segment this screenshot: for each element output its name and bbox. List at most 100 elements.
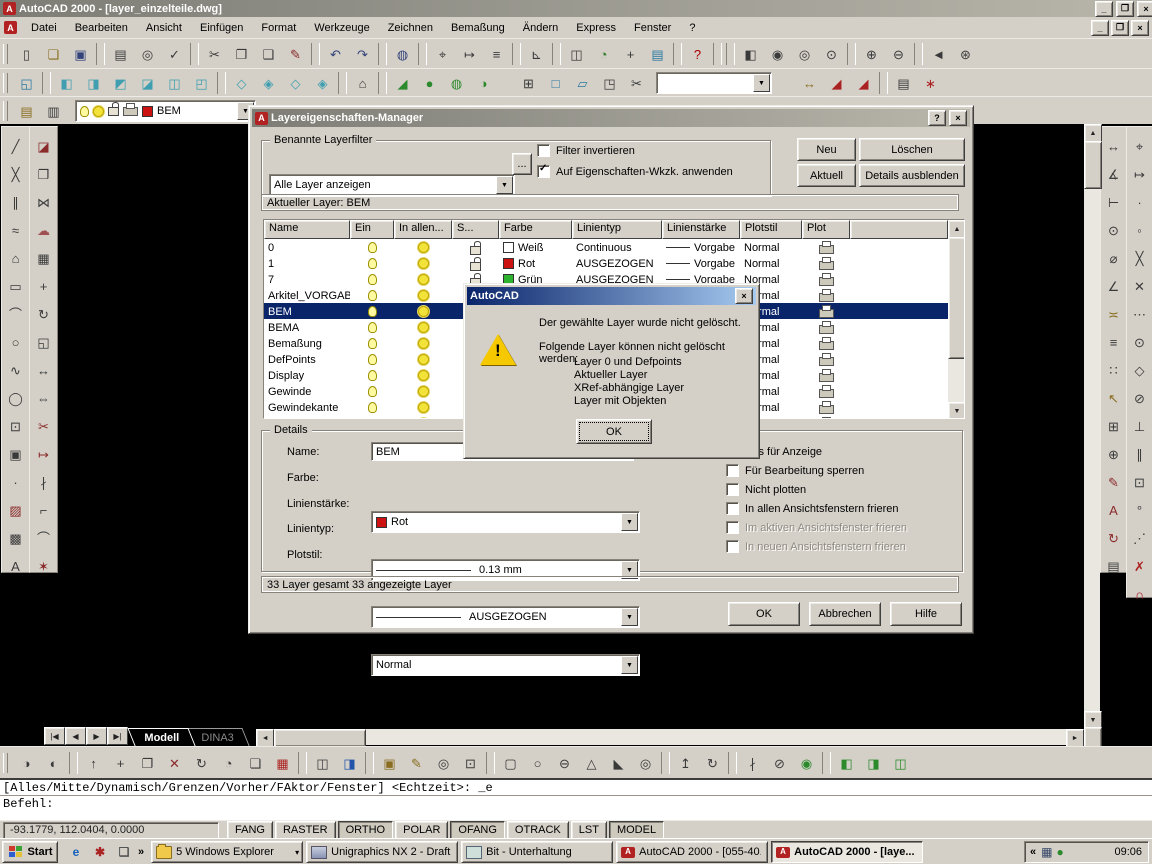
chamfer-icon[interactable]: ⌐ (31, 496, 57, 524)
zoom-center-icon[interactable]: ⊙ (818, 41, 845, 67)
quick-leader2-icon[interactable]: ↖ (1101, 384, 1127, 412)
checkbox-icon[interactable] (726, 464, 739, 477)
checkbox-icon[interactable] (726, 502, 739, 515)
osnap-settings-icon[interactable]: ∩ (1127, 580, 1152, 608)
layer-option-checkbox[interactable]: In neuen Ansichtsfenstern frieren (726, 539, 907, 554)
lock-icon[interactable] (470, 240, 481, 255)
copy-faces-icon[interactable]: ❏ (242, 750, 269, 776)
construction-line-icon[interactable]: ╳ (3, 160, 29, 188)
dropdown-arrow-icon[interactable]: ▼ (621, 513, 638, 531)
column-header[interactable]: Plot (802, 220, 850, 239)
separate-icon[interactable]: ◎ (430, 750, 457, 776)
snap-quadrant-icon[interactable]: ◇ (1127, 356, 1152, 384)
new-layer-button[interactable]: Neu (797, 138, 856, 161)
pan-realtime-icon[interactable]: + (617, 41, 644, 67)
doc-close-button[interactable]: × (1131, 19, 1149, 36)
plot-icon[interactable] (818, 257, 834, 270)
dropdown-arrow-icon[interactable]: ▼ (621, 608, 638, 626)
plot-icon[interactable] (818, 337, 834, 350)
layer-option-checkbox[interactable]: Nicht plotten (726, 482, 907, 497)
temp-track-point-icon[interactable]: ⌖ (1127, 132, 1152, 160)
scale-icon[interactable]: ◱ (31, 328, 57, 356)
dim-style-icon[interactable]: ↔ (796, 70, 823, 96)
view-bottom-icon[interactable]: ◨ (80, 70, 107, 96)
tab-nav-icon[interactable]: |◀ (44, 727, 65, 745)
snap-nearest-icon[interactable]: ⋰ (1127, 524, 1152, 552)
freeze-icon[interactable] (417, 386, 429, 397)
column-header[interactable]: Linientyp (572, 220, 662, 239)
taskbar-task[interactable]: AutoCAD 2000 - [laye... (771, 841, 924, 863)
dim-update-icon[interactable]: ↻ (1101, 524, 1127, 552)
viewport-scale-select[interactable]: ▼ (656, 72, 772, 94)
column-header[interactable]: In allen... (394, 220, 452, 239)
table-scrollbar[interactable]: ▲ ▼ (948, 220, 964, 418)
view-front-icon[interactable]: ◫ (161, 70, 188, 96)
column-header[interactable]: Ein (350, 220, 394, 239)
tab-nav-icon[interactable]: ◀ (65, 727, 86, 745)
layer-on-icon[interactable] (368, 418, 377, 419)
layer-manager-icon[interactable]: ▤ (13, 98, 40, 124)
start-button[interactable]: Start (2, 841, 58, 863)
taskbar-task[interactable]: Bit - Unterhaltung (461, 841, 614, 863)
rotate-faces-icon[interactable]: ↻ (188, 750, 215, 776)
current-layer-button[interactable]: Aktuell (797, 164, 856, 187)
column-header[interactable]: S... (452, 220, 499, 239)
plot-icon[interactable] (818, 353, 834, 366)
status-toggle[interactable]: POLAR (395, 820, 449, 840)
text-icon[interactable]: A (3, 552, 29, 580)
single-viewport-icon[interactable]: □ (542, 70, 569, 96)
filter-invert-checkbox[interactable]: Filter invertieren (537, 143, 635, 158)
snap-none-icon[interactable]: ✗ (1127, 552, 1152, 580)
zoom-dynamic-icon[interactable]: ◉ (764, 41, 791, 67)
doc-restore-button[interactable]: ❐ (1111, 19, 1129, 36)
delete-faces-icon[interactable]: ✕ (161, 750, 188, 776)
close-button[interactable]: × (1137, 0, 1152, 17)
column-header[interactable]: Linienstärke (662, 220, 740, 239)
column-header[interactable]: Plotstil (740, 220, 802, 239)
dim-baseline-icon[interactable]: ≡ (1101, 328, 1127, 356)
view-sw-iso-icon[interactable]: ◇ (228, 70, 255, 96)
freeze-icon[interactable] (418, 418, 429, 419)
filter-browse-button[interactable]: ... (512, 153, 532, 175)
layer-on-icon[interactable] (367, 258, 377, 269)
view-nw-iso-icon[interactable]: ◈ (309, 70, 336, 96)
convert-object-viewport-icon[interactable]: ◳ (596, 70, 623, 96)
layer-on-icon[interactable] (367, 242, 377, 253)
layer-select[interactable]: BEM ▼ (75, 100, 256, 122)
command-prompt[interactable]: Befehl: (0, 795, 1152, 811)
tray-display-icon[interactable]: ▦ (1041, 846, 1052, 858)
dim-diameter-icon[interactable]: ⌀ (1101, 244, 1127, 272)
alert-titlebar[interactable]: AutoCAD × (467, 287, 756, 305)
scrollbar-thumb[interactable] (1084, 141, 1102, 189)
layer-on-icon[interactable] (367, 306, 377, 317)
explode-icon[interactable]: ✶ (31, 552, 57, 580)
plotstyle-select[interactable]: Normal ▼ (371, 654, 640, 676)
extrude-faces-icon[interactable]: ↑ (80, 750, 107, 776)
color-faces-icon[interactable]: ▦ (269, 750, 296, 776)
snap-from-icon[interactable]: ↦ (456, 41, 483, 67)
status-toggle[interactable]: ORTHO (337, 820, 394, 840)
titlebar[interactable]: AutoCAD 2000 - [layer_einzelteile.dwg] _… (0, 0, 1152, 17)
snap-parallel-icon[interactable]: ∥ (1127, 440, 1152, 468)
hatch-icon[interactable]: ▨ (3, 496, 29, 524)
dim-radius-icon[interactable]: ⊙ (1101, 216, 1127, 244)
line-icon[interactable]: ╱ (3, 132, 29, 160)
tab-modell[interactable]: Modell (127, 728, 196, 746)
alert-close-button[interactable]: × (735, 288, 753, 304)
ucs-previous-icon[interactable]: ◐ (40, 750, 67, 776)
menu-item[interactable]: Fenster (626, 20, 679, 36)
zoom-scale-icon[interactable]: ◎ (791, 41, 818, 67)
paste-icon[interactable]: ❑ (255, 41, 282, 67)
menu-item[interactable]: Express (568, 20, 624, 36)
menu-item[interactable]: Format (253, 20, 304, 36)
plot-icon[interactable] (818, 305, 834, 318)
polygonal-viewport-icon[interactable]: ▱ (569, 70, 596, 96)
menu-item[interactable]: Bearbeiten (67, 20, 136, 36)
color-swatch[interactable] (503, 258, 514, 269)
redo-icon[interactable]: ↷ (349, 41, 376, 67)
color-edges-icon[interactable]: ◨ (336, 750, 363, 776)
plot-icon[interactable] (818, 321, 834, 334)
plot-icon[interactable] (818, 385, 834, 398)
spline-icon[interactable]: ∿ (3, 356, 29, 384)
zoom-previous-icon[interactable]: ◄ (925, 41, 952, 67)
